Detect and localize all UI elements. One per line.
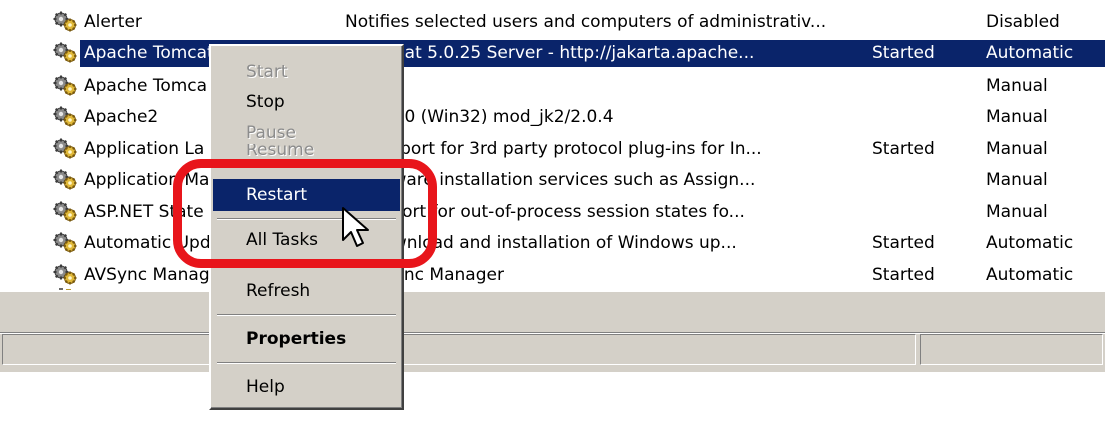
menu-separator	[217, 362, 396, 364]
gears-icon	[52, 200, 78, 223]
gears-icon	[52, 137, 78, 160]
status-bar-area	[0, 292, 1105, 372]
service-startup-type: Manual	[986, 139, 1048, 159]
service-row[interactable]: Alerter Notifies selected users and comp…	[0, 7, 1105, 38]
service-row[interactable]: AVSync Manag e AVSync Manager Started Au…	[0, 260, 1105, 290]
menu-item-stop[interactable]: Stop	[213, 86, 400, 118]
service-status: Started	[872, 139, 935, 159]
service-row[interactable]: Automatic Upd he download and installati…	[0, 228, 1105, 259]
menu-item-properties[interactable]: Properties	[213, 323, 400, 355]
arrow-cursor-icon	[342, 207, 369, 247]
gears-icon	[52, 168, 78, 191]
service-description: es support for 3rd party protocol plug-i…	[345, 139, 762, 159]
service-row-selected[interactable]: Apache Tomcat e Tomcat 5.0.25 Server - h…	[0, 38, 1105, 69]
service-status: Started	[872, 43, 935, 63]
gears-icon	[52, 41, 78, 64]
service-name: Alerter	[84, 12, 142, 32]
highlight-callout	[173, 159, 437, 268]
status-panel	[2, 334, 916, 365]
gears-icon	[52, 10, 78, 33]
lower-pane	[0, 372, 1105, 441]
menu-separator	[217, 314, 396, 316]
service-startup-type: Automatic	[986, 43, 1074, 63]
status-panel	[920, 334, 1103, 365]
gears-icon	[52, 105, 78, 128]
service-startup-type: Disabled	[986, 12, 1060, 32]
gears-icon-partial	[59, 288, 71, 290]
service-row[interactable]: Application La es support for 3rd party …	[0, 134, 1105, 165]
service-status: Started	[872, 265, 935, 285]
gears-icon	[52, 263, 78, 286]
gears-icon	[52, 74, 78, 97]
service-startup-type: Manual	[986, 202, 1048, 222]
services-list[interactable]: Alerter Notifies selected users and comp…	[0, 0, 1105, 290]
service-description: e Tomcat 5.0.25 Server - http://jakarta.…	[345, 43, 755, 63]
service-row[interactable]: Application Ma es oftware installation s…	[0, 165, 1105, 196]
menu-item-refresh[interactable]: Refresh	[213, 275, 400, 307]
menu-item-start[interactable]: Start	[213, 56, 400, 88]
service-startup-type: Automatic	[986, 265, 1074, 285]
service-row[interactable]: ASP.NET State es upport for out-of-proce…	[0, 197, 1105, 228]
menu-item-help[interactable]: Help	[213, 371, 400, 403]
service-row[interactable]: Apache2 e/2.0.50 (Win32) mod_jk2/2.0.4 M…	[0, 102, 1105, 133]
service-startup-type: Manual	[986, 107, 1048, 127]
service-startup-type: Manual	[986, 170, 1048, 190]
service-row[interactable]: Apache Tomca Manual	[0, 71, 1105, 102]
gears-icon	[52, 231, 78, 254]
service-startup-type: Automatic	[986, 233, 1074, 253]
service-description: Notifies selected users and computers of…	[345, 12, 827, 32]
service-status: Started	[872, 233, 935, 253]
service-startup-type: Manual	[986, 76, 1048, 96]
